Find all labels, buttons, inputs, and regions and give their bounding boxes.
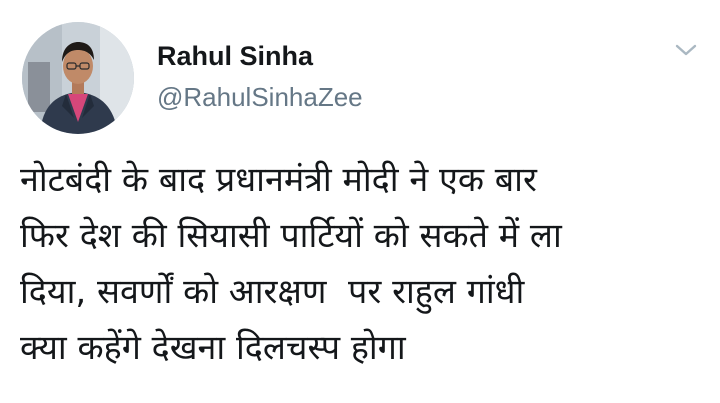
avatar[interactable]	[22, 22, 134, 134]
tweet-card: Rahul Sinha @RahulSinhaZee नोटबंदी के बा…	[0, 0, 720, 403]
tweet-text-line: क्या कहेंगे देखना दिलचस्प होगा	[20, 328, 406, 368]
tweet-text-line: दिया, सवर्णों को आरक्षण पर राहुल गांधी	[20, 272, 525, 312]
chevron-down-icon	[675, 44, 697, 56]
tweet-text-line: नोटबंदी के बाद प्रधानमंत्री मोदी ने एक ब…	[20, 160, 537, 200]
display-name[interactable]: Rahul Sinha	[157, 40, 313, 72]
user-handle[interactable]: @RahulSinhaZee	[157, 81, 363, 113]
tweet-text-line: फिर देश की सियासी पार्टियों को सकते में …	[20, 216, 562, 256]
tweet-text: नोटबंदी के बाद प्रधानमंत्री मोदी ने एक ब…	[20, 152, 710, 376]
tweet-menu-button[interactable]	[668, 35, 704, 65]
avatar-photo	[22, 22, 134, 134]
